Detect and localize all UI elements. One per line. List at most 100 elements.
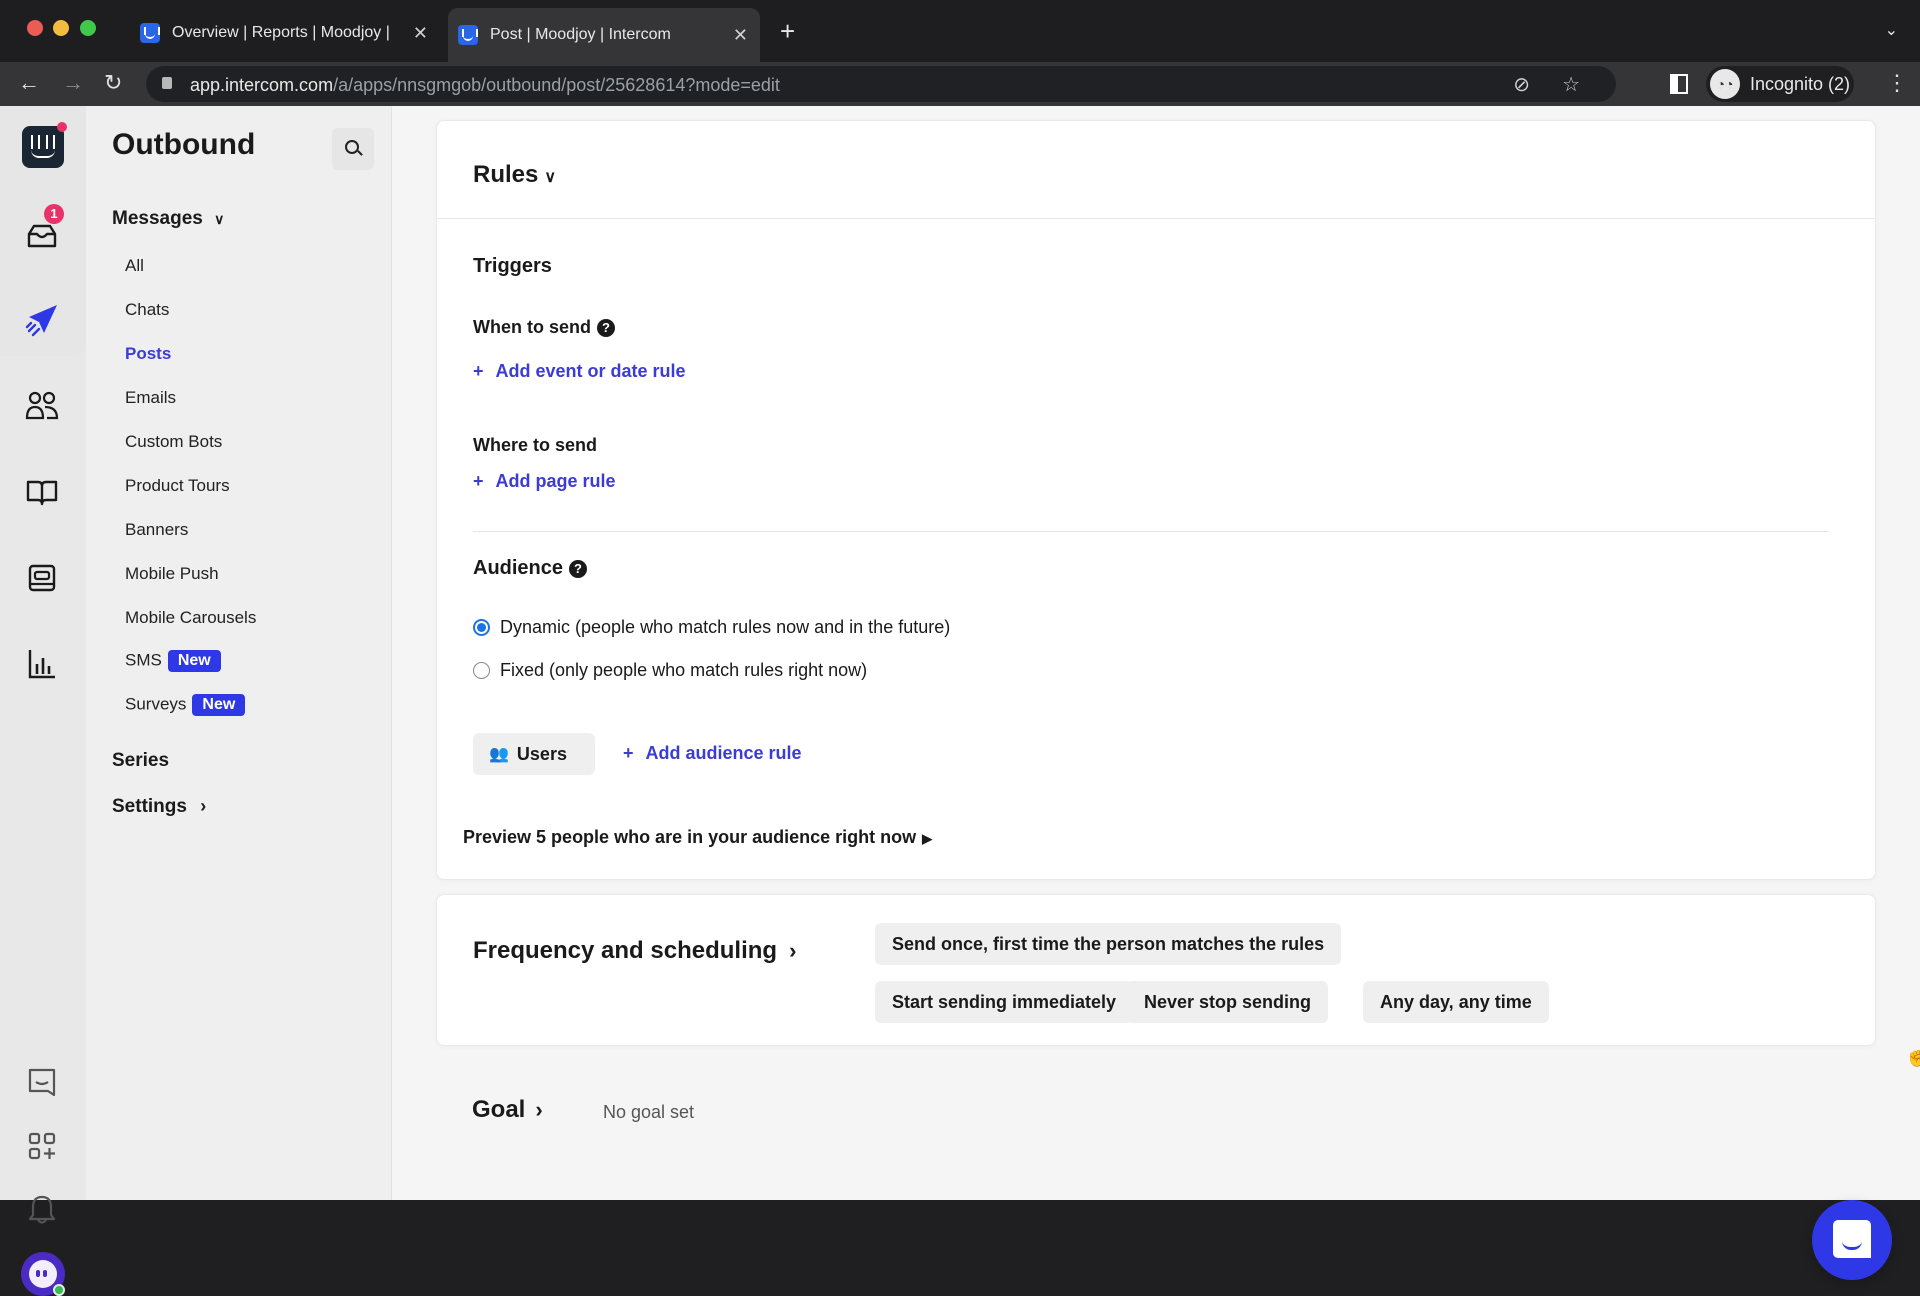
chevron-right-icon: › xyxy=(535,1097,543,1122)
subnav-item-chats[interactable]: Chats xyxy=(125,300,169,320)
outbound-subnav: Outbound Messages ∨ All Chats Posts Emai… xyxy=(86,106,392,1200)
triggers-heading: Triggers xyxy=(473,255,552,277)
new-tab-button[interactable]: + xyxy=(780,16,795,47)
add-page-rule-text: Add page rule xyxy=(495,471,616,491)
subnav-item-banners[interactable]: Banners xyxy=(125,520,188,540)
incognito-profile-button[interactable]: ◔◔ Incognito (2) xyxy=(1706,66,1854,102)
frequency-chip-send-once[interactable]: Send once, first time the person matches… xyxy=(875,923,1342,965)
window-minimize-button[interactable] xyxy=(53,20,69,36)
address-bar[interactable]: app.intercom.com/a/apps/nnsgmgob/outboun… xyxy=(146,66,1616,102)
intercom-favicon-icon xyxy=(458,25,478,45)
frequency-chip-schedule[interactable]: Any day, any time xyxy=(1363,981,1549,1023)
browser-tab-post[interactable]: Post | Moodjoy | Intercom ✕ xyxy=(448,8,760,62)
tab-close-icon[interactable]: ✕ xyxy=(413,23,428,44)
plus-icon: + xyxy=(473,471,484,491)
outbound-icon[interactable] xyxy=(24,302,60,338)
tab-search-chevron-icon[interactable]: ⌄ xyxy=(1885,20,1898,40)
back-arrow-icon[interactable]: ← xyxy=(18,70,40,96)
plus-icon: + xyxy=(623,743,634,763)
frequency-chip-start[interactable]: Start sending immediately xyxy=(875,981,1134,1023)
radio-dynamic-label: Dynamic (people who match rules now and … xyxy=(500,617,951,637)
search-button[interactable] xyxy=(332,128,374,170)
audience-option-fixed[interactable]: Fixed (only people who match rules right… xyxy=(473,660,867,681)
profile-label: Incognito (2) xyxy=(1750,73,1851,94)
main-content: Rules ∨ Triggers When to send? + Add event… xyxy=(392,106,1920,1200)
subnav-item-product-tours[interactable]: Product Tours xyxy=(125,476,230,496)
intercom-favicon-icon xyxy=(140,23,160,43)
intercom-logo[interactable] xyxy=(22,126,64,168)
browser-menu-icon[interactable]: ⋮ xyxy=(1886,70,1908,96)
audience-heading: Audience? xyxy=(473,557,588,580)
tab-close-icon[interactable]: ✕ xyxy=(733,25,748,46)
help-icon[interactable]: ? xyxy=(597,319,615,338)
forward-arrow-icon[interactable]: → xyxy=(62,70,84,96)
articles-book-icon[interactable] xyxy=(24,474,60,510)
sms-label: SMS xyxy=(125,650,162,670)
contacts-icon[interactable] xyxy=(24,388,60,424)
bookmark-star-icon[interactable]: ☆ xyxy=(1562,72,1580,97)
browser-tab-reports[interactable]: Overview | Reports | Moodjoy | ✕ xyxy=(140,12,440,54)
subnav-item-all[interactable]: All xyxy=(125,256,144,276)
help-icon[interactable]: ? xyxy=(569,559,588,578)
section-divider xyxy=(473,531,1829,532)
url-text[interactable]: app.intercom.com/a/apps/nnsgmgob/outboun… xyxy=(190,75,780,96)
notifications-bell-icon[interactable] xyxy=(24,1192,60,1228)
user-avatar[interactable] xyxy=(21,1252,65,1296)
messenger-launcher-button[interactable] xyxy=(1812,1200,1892,1280)
lock-icon xyxy=(162,77,172,89)
frequency-title[interactable]: Frequency and scheduling › xyxy=(473,937,796,965)
add-audience-rule-link[interactable]: + Add audience rule xyxy=(623,743,802,764)
side-panel-icon[interactable] xyxy=(1670,74,1688,94)
radio-dynamic[interactable] xyxy=(473,619,490,636)
goal-title[interactable]: Goal › xyxy=(472,1096,543,1124)
when-to-send-text: When to send xyxy=(473,317,591,337)
browser-tab-bar: Overview | Reports | Moodjoy | ✕ Post | … xyxy=(0,0,1920,62)
new-badge: New xyxy=(192,694,246,716)
add-audience-rule-text: Add audience rule xyxy=(645,743,802,763)
window-maximize-button[interactable] xyxy=(80,20,96,36)
rules-card: Rules ∨ Triggers When to send? + Add event… xyxy=(436,120,1876,880)
app-store-icon[interactable] xyxy=(24,1128,60,1164)
radio-fixed[interactable] xyxy=(473,662,490,679)
reports-chart-icon[interactable] xyxy=(24,646,60,682)
online-status-dot xyxy=(53,1284,65,1296)
subnav-item-sms[interactable]: SMS New xyxy=(125,650,221,672)
plus-icon: + xyxy=(473,361,484,381)
where-to-send-label: Where to send xyxy=(473,435,598,455)
subnav-item-posts[interactable]: Posts xyxy=(125,344,171,364)
audience-option-dynamic[interactable]: Dynamic (people who match rules now and … xyxy=(473,617,950,638)
primary-nav-rail: 1 xyxy=(0,106,86,1296)
add-page-rule-link[interactable]: + Add page rule xyxy=(473,471,616,492)
rules-header[interactable]: Rules ∨ xyxy=(437,121,1875,219)
radio-fixed-label: Fixed (only people who match rules right… xyxy=(500,660,868,680)
add-event-rule-link[interactable]: + Add event or date rule xyxy=(473,361,686,382)
subnav-series[interactable]: Series xyxy=(112,750,169,772)
url-path: /a/apps/nnsgmgob/outbound/post/25628614?… xyxy=(333,75,780,95)
messages-label: Messages xyxy=(112,208,203,229)
users-audience-chip[interactable]: 👥 Users xyxy=(473,733,595,775)
subnav-item-mobile-push[interactable]: Mobile Push xyxy=(125,564,219,584)
frequency-chip-stop[interactable]: Never stop sending xyxy=(1127,981,1329,1023)
preview-text: Preview 5 people who are in your audienc… xyxy=(463,827,917,847)
settings-label: Settings xyxy=(112,796,187,817)
subnav-item-emails[interactable]: Emails xyxy=(125,388,176,408)
subnav-title: Outbound xyxy=(112,128,256,161)
eye-off-icon[interactable]: ⊘ xyxy=(1513,72,1530,97)
preview-audience-link[interactable]: Preview 5 people who are in your audienc… xyxy=(463,827,932,848)
subnav-item-surveys[interactable]: Surveys New xyxy=(125,694,246,716)
users-icon: 👥 xyxy=(489,746,509,763)
subnav-item-custom-bots[interactable]: Custom Bots xyxy=(125,432,222,452)
messages-section-toggle[interactable]: Messages ∨ xyxy=(112,208,224,230)
subnav-item-mobile-carousels[interactable]: Mobile Carousels xyxy=(125,608,256,628)
intercom-app: 1 Outbound Messages ∨ All Chats Posts Em… xyxy=(0,106,1920,1296)
chevron-right-icon: › xyxy=(789,938,797,963)
messenger-content-icon[interactable] xyxy=(24,560,60,596)
add-event-rule-text: Add event or date rule xyxy=(495,361,686,381)
inbox-badge: 1 xyxy=(44,204,64,224)
reload-icon[interactable]: ↻ xyxy=(104,70,122,96)
rules-title[interactable]: Rules ∨ xyxy=(473,161,556,189)
notification-dot xyxy=(57,122,67,132)
window-close-button[interactable] xyxy=(27,20,43,36)
chat-smile-icon[interactable] xyxy=(24,1064,60,1100)
subnav-settings[interactable]: Settings › xyxy=(112,796,206,818)
